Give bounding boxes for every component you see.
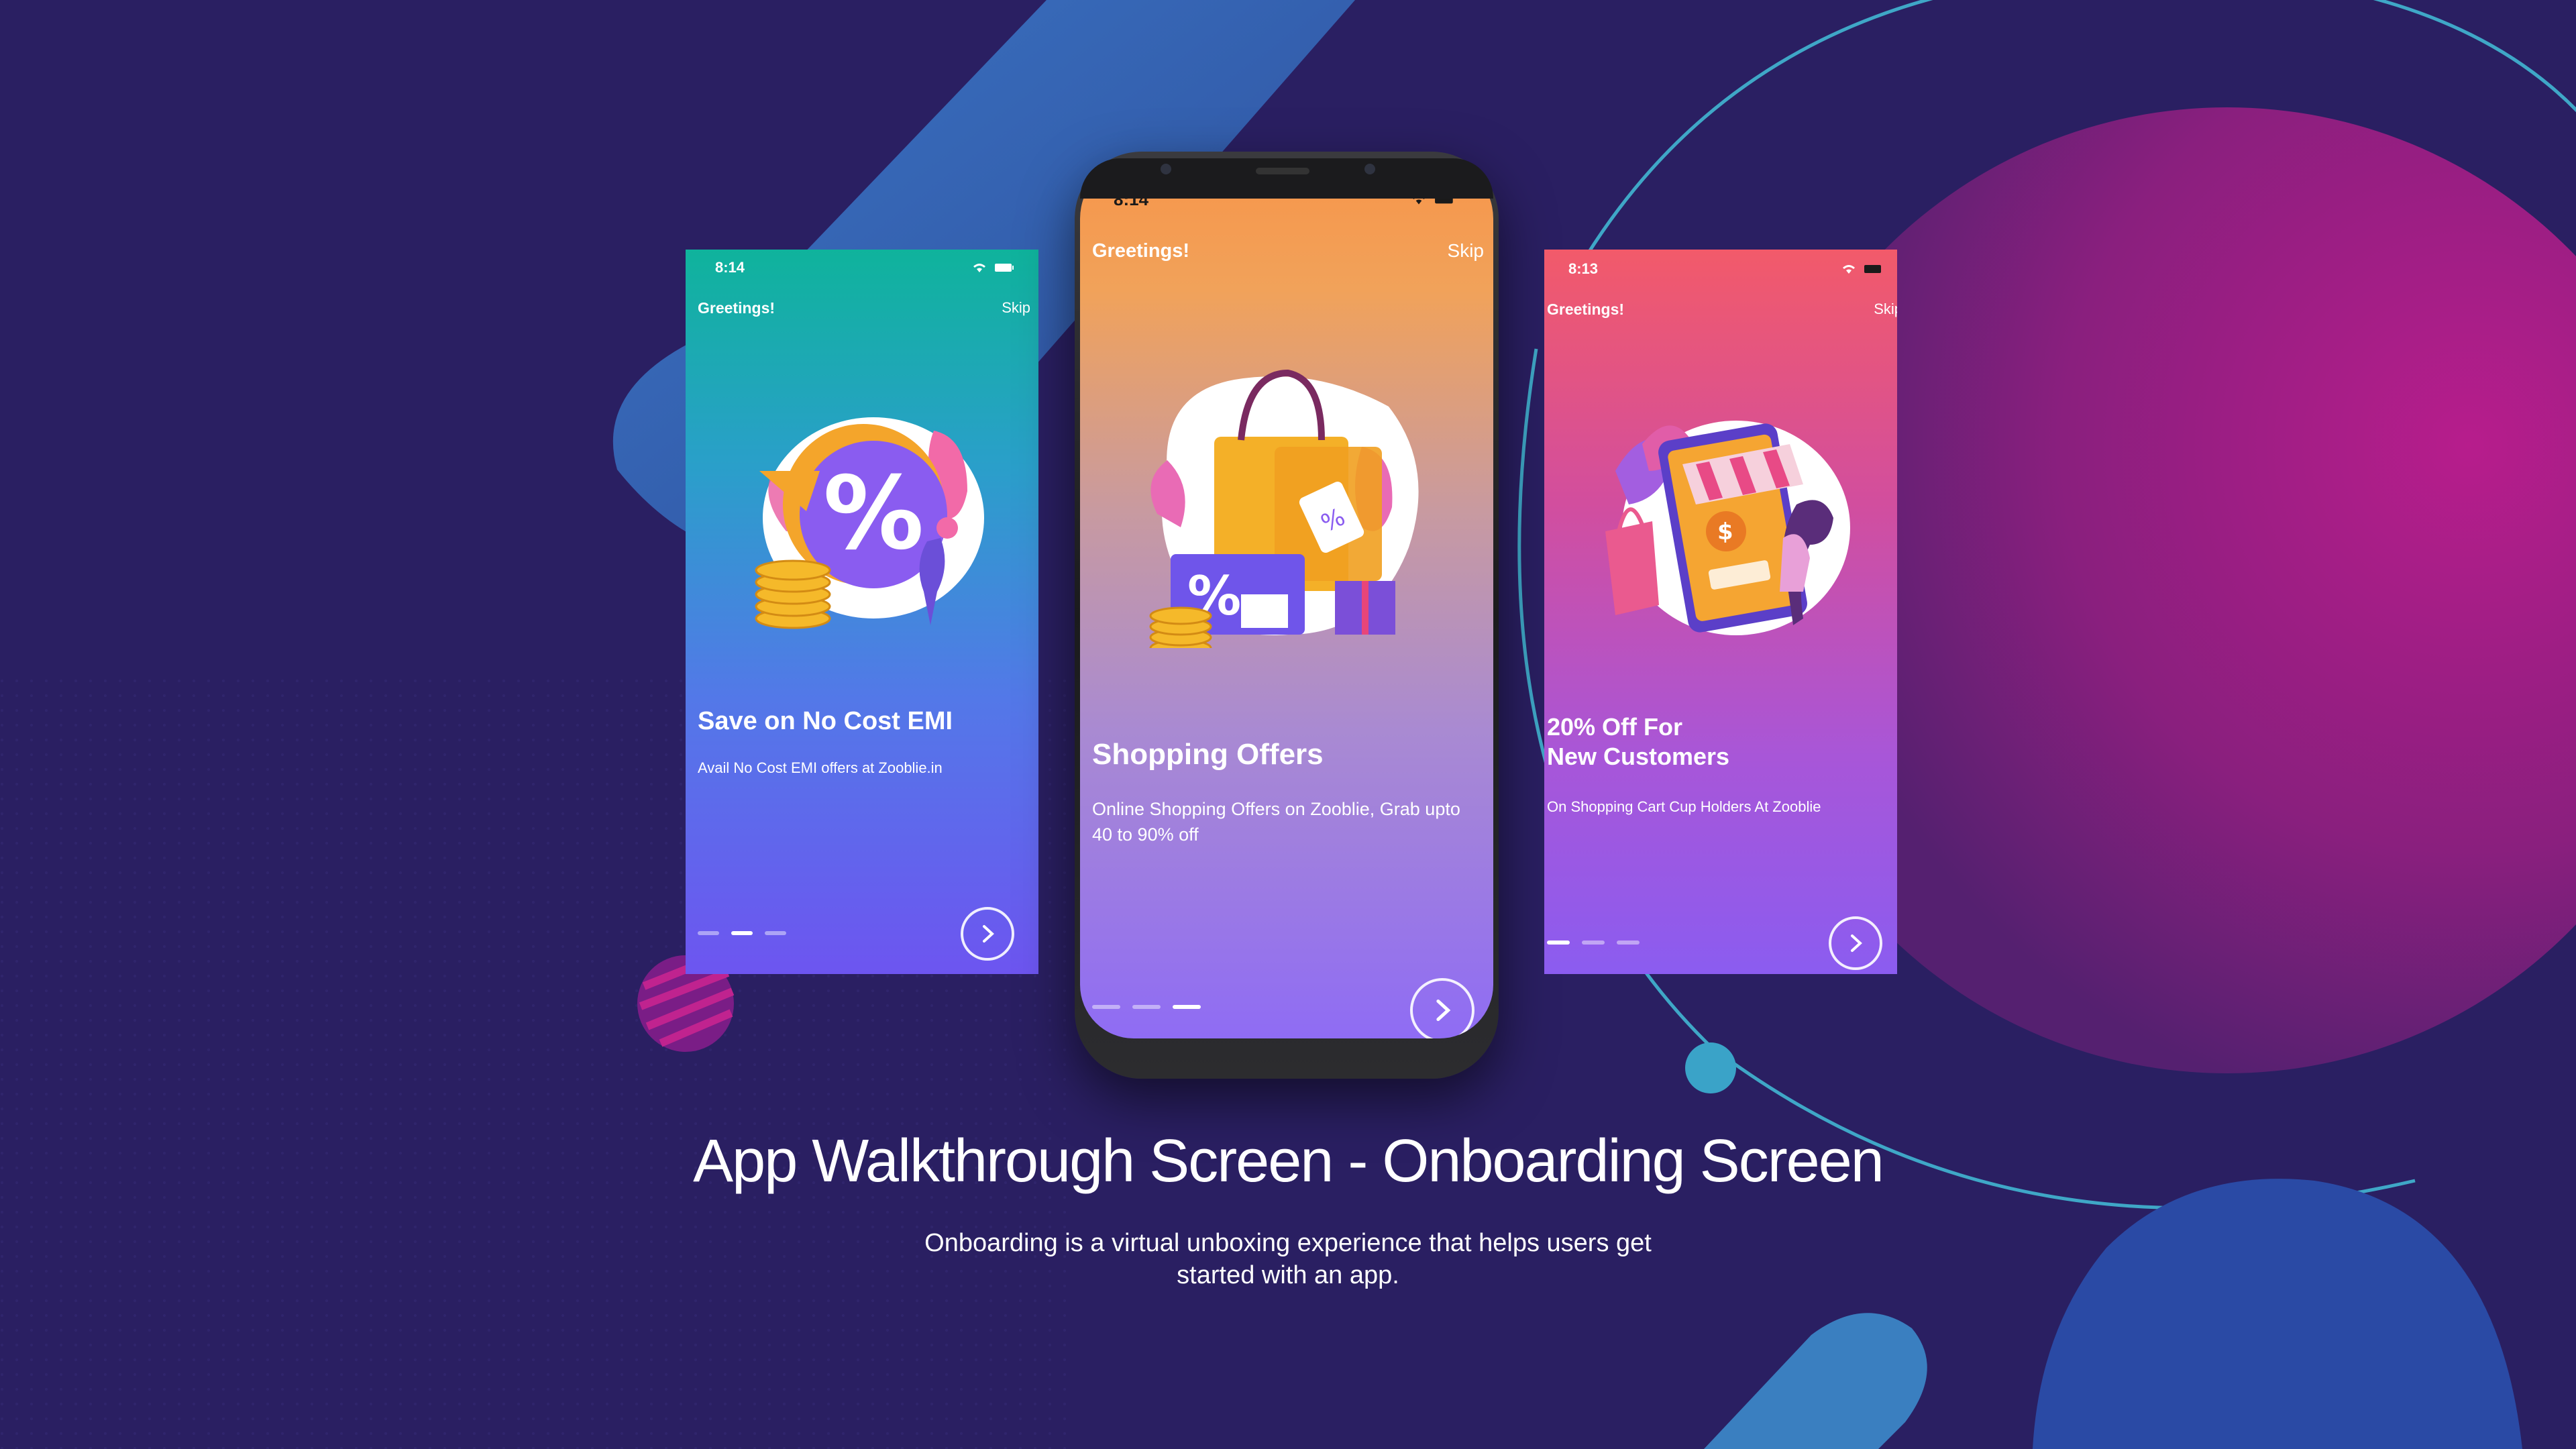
greeting-label: Greetings! bbox=[1092, 240, 1190, 262]
page-dot bbox=[765, 931, 786, 935]
svg-text:%: % bbox=[823, 455, 924, 572]
screen-title: 20% Off For New Customers bbox=[1547, 712, 1729, 771]
skip-button[interactable]: Skip bbox=[1448, 240, 1484, 262]
wifi-icon bbox=[1843, 265, 1855, 274]
next-button[interactable] bbox=[1410, 978, 1474, 1038]
chevron-right-icon bbox=[1851, 934, 1862, 952]
screen-description: Online Shopping Offers on Zooblie, Grab … bbox=[1092, 799, 1460, 845]
screen-title: Save on No Cost EMI bbox=[698, 707, 953, 735]
phone-sensor bbox=[1364, 164, 1375, 174]
onboarding-screen-left: 8:14 Greetings! Skip % Save on No Cost E… bbox=[686, 250, 1038, 974]
screen-title-line2: New Customers bbox=[1547, 742, 1730, 770]
page-dot bbox=[1132, 1005, 1161, 1009]
onboarding-screen-right: 8:13 Greetings! Skip $ 20% Off For New C… bbox=[1544, 250, 1897, 974]
page-dot-active bbox=[1547, 941, 1570, 945]
page-indicator bbox=[1547, 941, 1640, 945]
page-indicator bbox=[698, 931, 786, 935]
screen-title-line1: 20% Off For bbox=[1547, 713, 1683, 741]
skip-button[interactable]: Skip bbox=[1874, 301, 1897, 318]
status-time: 8:14 bbox=[715, 259, 745, 276]
greeting-label: Greetings! bbox=[698, 299, 775, 317]
status-bar: 8:14 bbox=[715, 256, 1014, 279]
status-bar: 8:13 bbox=[1568, 258, 1884, 280]
online-store-phone-illustration: $ bbox=[1605, 421, 1850, 635]
battery-icon bbox=[1864, 265, 1881, 273]
status-icons bbox=[971, 262, 1014, 274]
phone-speaker bbox=[1256, 168, 1309, 174]
page-dot bbox=[1582, 941, 1605, 945]
wifi-icon bbox=[973, 264, 985, 272]
chevron-right-icon bbox=[1436, 999, 1451, 1022]
chevron-right-icon bbox=[983, 925, 994, 943]
phone-notch-bar bbox=[1080, 158, 1493, 199]
discount-percent-coins-illustration: % bbox=[755, 417, 984, 629]
status-icons bbox=[1841, 263, 1884, 275]
skip-button[interactable]: Skip bbox=[1002, 299, 1030, 317]
screen-description: Avail No Cost EMI offers at Zooblie.in bbox=[698, 759, 943, 776]
page-dot bbox=[1092, 1005, 1120, 1009]
screen-title: Shopping Offers bbox=[1092, 738, 1324, 771]
screen-description: On Shopping Cart Cup Holders At Zooblie bbox=[1547, 798, 1821, 815]
caption-title: App Walkthrough Screen - Onboarding Scre… bbox=[693, 1128, 1884, 1195]
caption-description: Onboarding is a virtual unboxing experie… bbox=[924, 1229, 1652, 1289]
page-dot bbox=[1617, 941, 1640, 945]
svg-text:$: $ bbox=[1717, 519, 1733, 545]
page-indicator bbox=[1092, 1005, 1201, 1009]
status-time: 8:13 bbox=[1568, 260, 1599, 277]
shopping-bag-offers-illustration: % % bbox=[1149, 369, 1419, 648]
greeting-label: Greetings! bbox=[1547, 301, 1625, 318]
phone-camera bbox=[1161, 164, 1171, 174]
page-dot-active bbox=[1173, 1005, 1201, 1009]
battery-icon bbox=[995, 264, 1014, 272]
next-button[interactable] bbox=[961, 907, 1014, 961]
page-dot bbox=[698, 931, 719, 935]
page-dot-active bbox=[731, 931, 753, 935]
next-button[interactable] bbox=[1829, 916, 1882, 970]
onboarding-screen-center: 8:14 Greetings! Skip % % Shopping Offers… bbox=[1080, 158, 1493, 1038]
